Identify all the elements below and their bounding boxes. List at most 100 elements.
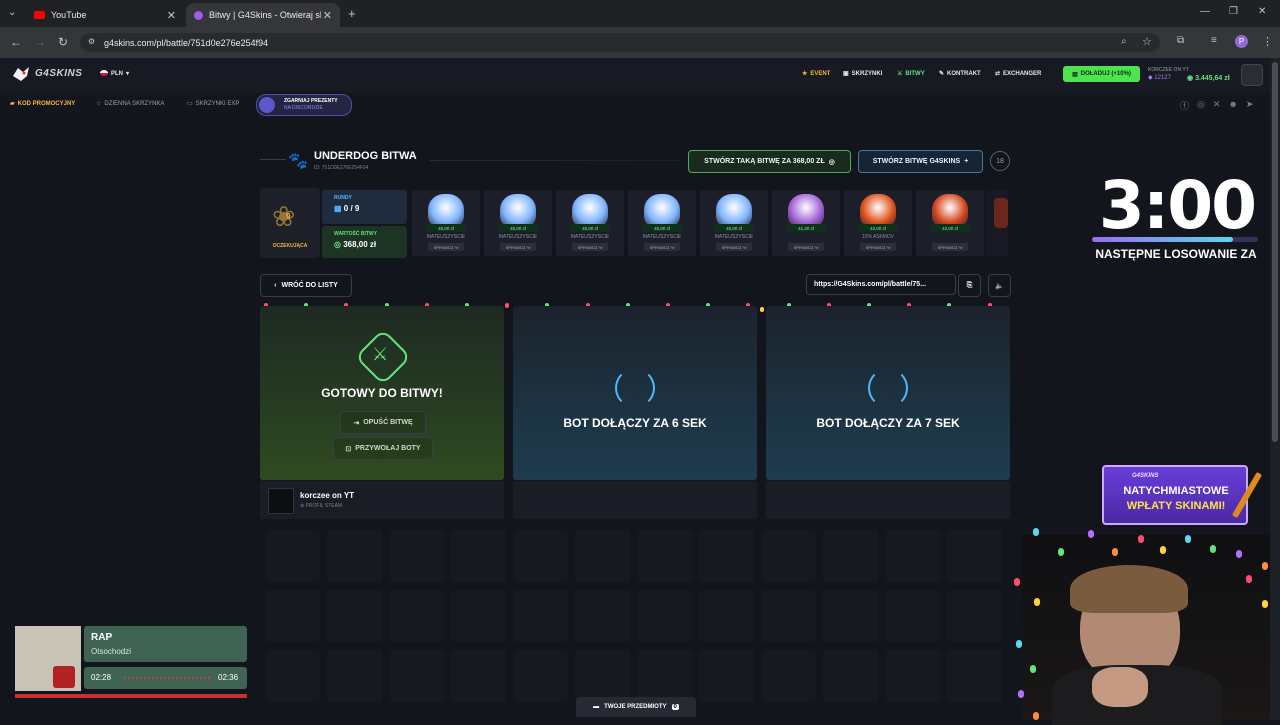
exp-cases-link[interactable]: ▭ SKRZYNKI EXP [187, 100, 239, 108]
player-info-placeholder [766, 481, 1010, 519]
nav-event[interactable]: ★ EVENT [802, 70, 830, 78]
divider [260, 159, 286, 160]
case-odds-button[interactable]: SPRAWDŹ % [428, 243, 464, 251]
item-placeholder [885, 590, 940, 642]
rounds-value-wrap: ▦ 0 / 9 [334, 204, 359, 213]
sound-toggle-button[interactable]: 🔈 [988, 274, 1011, 297]
speaker-icon: 🔈 [995, 282, 1004, 290]
case-card[interactable]: 40,00 zł MATEUSZYSCIE SPRAWDŹ % [700, 190, 768, 256]
tab-search-icon[interactable]: ⌄ [8, 7, 16, 18]
case-odds-button[interactable]: SPRAWDŹ % [572, 243, 608, 251]
currency-value: PLN [111, 70, 123, 77]
track-artist: Otsochodzi [91, 647, 132, 656]
create-g4skins-battle-button[interactable]: STWÓRZ BITWĘ G4SKINS + [858, 150, 983, 173]
case-odds-button[interactable]: SPRAWDŹ % [716, 243, 752, 251]
zoom-icon[interactable]: ⌕ [1121, 36, 1127, 47]
case-card[interactable]: 42,00 zł SPRAWDŹ % [916, 190, 984, 256]
reload-icon[interactable]: ↻ [58, 35, 68, 49]
nav-exchanger[interactable]: ⇄ EXCHANGER [995, 70, 1042, 78]
light-bulb [1246, 575, 1252, 583]
close-icon[interactable]: ✕ [167, 9, 176, 22]
case-image-icon [932, 194, 968, 228]
discord-sub: NA DISCORDZIE [284, 105, 323, 111]
facebook-icon[interactable]: ⓕ [1180, 99, 1189, 112]
back-icon[interactable]: ← [10, 35, 22, 49]
track-elapsed: 02:28 [91, 673, 112, 682]
discord-gifts-banner[interactable]: ZGARNIAJ PREZENTY NA DISCORDZIE [256, 94, 352, 116]
case-odds-button[interactable]: SPRAWDŹ % [860, 243, 896, 251]
case-card[interactable]: 40,00 zł MATEUSZYSCIE SPRAWDŹ % [628, 190, 696, 256]
window-close-icon[interactable]: ✕ [1258, 6, 1266, 17]
tab-youtube[interactable]: YouTube ✕ [26, 3, 184, 27]
player-avatar[interactable] [268, 488, 294, 514]
nav-label: EXCHANGER [1003, 70, 1042, 77]
case-card[interactable]: 40,00 zł MATEUSZYSCIE SPRAWDŹ % [484, 190, 552, 256]
coin-icon: ◉ [1187, 75, 1194, 82]
close-icon[interactable]: ✕ [323, 9, 332, 22]
your-items-button[interactable]: ▬ TWOJE PRZEDMIOTY 0 [576, 697, 696, 717]
case-price: 42,00 zł [930, 224, 970, 232]
create-same-battle-button[interactable]: STWÓRZ TAKĄ BITWĘ ZA 368,00 ZŁ ◎ [688, 150, 851, 173]
case-card-partial[interactable] [986, 190, 1008, 256]
case-card[interactable]: 42,00 zł 10% ASIIMOV SPRAWDŹ % [844, 190, 912, 256]
promo-code-link[interactable]: ▰ KOD PROMOCYJNY [10, 100, 75, 108]
g4skins-logo-icon[interactable] [10, 64, 32, 84]
call-bots-button[interactable]: ⊡ PRZYWOŁAJ BOTY [333, 437, 433, 460]
case-image-icon [572, 194, 608, 228]
x-twitter-icon[interactable]: ✕ [1213, 99, 1221, 112]
item-placeholder [637, 650, 692, 702]
site-info-icon[interactable]: ⚙ [88, 37, 95, 46]
divider [430, 160, 680, 161]
bot-join-label: BOT DOŁĄCZY ZA 6 SEK [563, 416, 707, 430]
nav-battles[interactable]: ⚔ BITWY [897, 70, 925, 78]
case-odds-button[interactable]: SPRAWDŹ % [644, 243, 680, 251]
case-card[interactable]: 40,00 zł MATEUSZYSCIE SPRAWDŹ % [412, 190, 480, 256]
copy-link-button[interactable]: ⎘ [958, 274, 981, 297]
site-logo-text[interactable]: G4SKINS [35, 68, 82, 79]
item-placeholder [885, 530, 940, 582]
url-input[interactable]: g4skins.com/pl/battle/751d0e276e254f94 [80, 33, 1160, 52]
nav-label: SKRZYNKI [851, 70, 883, 77]
deposit-button[interactable]: ▤ DOŁADUJ (+10%) [1063, 66, 1140, 82]
profile-avatar[interactable]: P [1235, 35, 1248, 48]
countdown-timer: 3:00 [1098, 167, 1257, 244]
minimize-icon[interactable]: — [1200, 6, 1210, 17]
daily-label: DZIENNA SKRZYNKA [104, 100, 165, 107]
streamer-hand [1092, 667, 1148, 707]
menu-icon[interactable]: ⋮ [1262, 35, 1273, 48]
discord-icon[interactable]: ☻ [1228, 99, 1237, 112]
item-placeholder [451, 590, 506, 642]
light-bulb [1185, 535, 1191, 543]
case-odds-button[interactable]: SPRAWDŹ % [932, 243, 968, 251]
new-tab-icon[interactable]: + [348, 6, 356, 21]
instagram-icon[interactable]: ◎ [1197, 99, 1205, 112]
case-odds-button[interactable]: SPRAWDŹ % [788, 243, 824, 251]
light-bulb [759, 307, 764, 312]
nav-label: BITWY [905, 70, 925, 77]
back-to-list-button[interactable]: ‹ WRÓĆ DO LISTY [260, 274, 352, 297]
promo-banner: G4SKINS NATYCHMIASTOWE WPŁATY SKINAMI! [1102, 465, 1248, 525]
nav-cases[interactable]: ▣ SKRZYNKI [843, 70, 883, 78]
bookmark-star-icon[interactable]: ☆ [1142, 35, 1152, 48]
currency-select[interactable]: PLN ▾ [111, 70, 129, 78]
extensions-icon[interactable]: ⧉ [1177, 35, 1184, 46]
nav-contract[interactable]: ✎ KONTRAKT [939, 70, 981, 78]
tab-g4skins[interactable]: Bitwy | G4Skins - Otwieraj skrzy ✕ [186, 3, 340, 27]
daily-case-link[interactable]: ☆ DZIENNA SKRZYNKA [96, 100, 165, 108]
leave-battle-button[interactable]: ⇥ OPUŚĆ BITWĘ [340, 411, 426, 434]
item-placeholder [513, 530, 568, 582]
discord-title: ZGARNIAJ PREZENTY [284, 98, 338, 104]
user-avatar[interactable] [1241, 64, 1263, 86]
telegram-icon[interactable]: ➤ [1246, 99, 1254, 112]
forward-icon[interactable]: → [34, 35, 46, 49]
case-card[interactable]: 40,00 zł MATEUSZYSCIE SPRAWDŹ % [556, 190, 624, 256]
restore-icon[interactable]: ❐ [1229, 6, 1238, 17]
scrollbar-thumb[interactable] [1272, 62, 1278, 442]
case-odds-button[interactable]: SPRAWDŹ % [500, 243, 536, 251]
share-url: https://G4Skins.com/pl/battle/75... [814, 281, 927, 288]
case-price: 41,20 zł [786, 224, 826, 232]
share-url-field[interactable]: https://G4Skins.com/pl/battle/75... [806, 274, 956, 295]
reading-list-icon[interactable]: ≡ [1211, 35, 1217, 46]
case-card[interactable]: 41,20 zł SPRAWDŹ % [772, 190, 840, 256]
steam-profile-link[interactable]: ⊛ PROFIL STEAM [300, 503, 342, 509]
